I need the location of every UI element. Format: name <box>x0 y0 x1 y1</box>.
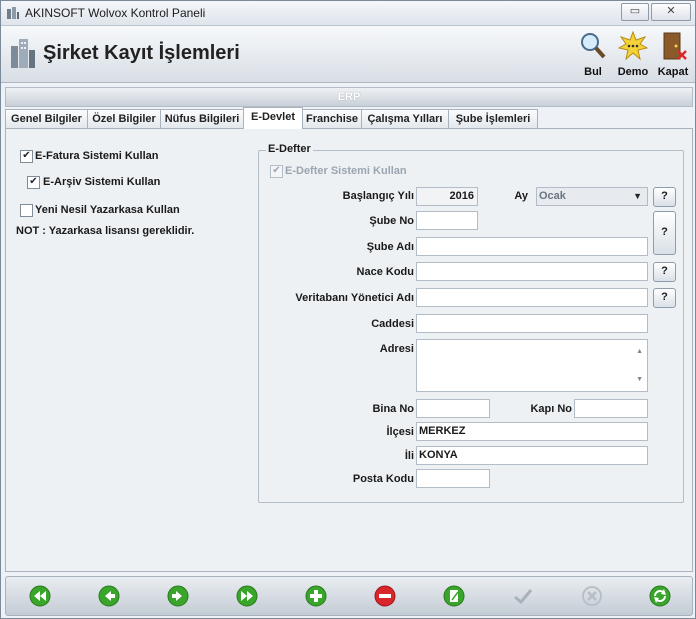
starburst-icon <box>618 31 648 61</box>
edefter-label: E-Defter Sistemi Kullan <box>285 165 407 177</box>
delete-record-button[interactable] <box>374 585 396 607</box>
find-button-label: Bul <box>584 66 602 78</box>
refresh-button[interactable] <box>649 585 671 607</box>
veritabani-label: Veritabanı Yönetici Adı <box>295 292 414 304</box>
ay-label: Ay <box>514 190 528 202</box>
cancel-record-button[interactable] <box>581 585 603 607</box>
previous-record-button[interactable] <box>98 585 120 607</box>
section-bar-erp: ERP <box>5 87 693 107</box>
efatura-checkbox[interactable]: ✔ <box>20 150 33 163</box>
kapi-no-label: Kapı No <box>530 403 572 415</box>
veritabani-field[interactable] <box>416 288 648 307</box>
tab-e-devlet[interactable]: E-Devlet <box>243 107 303 129</box>
form-header: Şirket Kayıt İşlemleri Bul Demo Kapat <box>1 26 695 83</box>
next-record-button[interactable] <box>167 585 189 607</box>
e-devlet-panel: ✔ E-Fatura Sistemi Kullan ✔ E-Arşiv Sist… <box>5 128 693 572</box>
ili-field[interactable]: KONYA <box>416 446 648 465</box>
adresi-textarea[interactable]: ▲ ▼ <box>416 339 648 392</box>
earsiv-checkbox[interactable]: ✔ <box>27 176 40 189</box>
magnifier-icon <box>581 33 606 59</box>
yazarkasa-note: NOT : Yazarkasa lisansı gereklidir. <box>16 225 195 237</box>
minimize-icon: ▭ <box>629 5 641 17</box>
kapi-no-field[interactable] <box>574 399 648 418</box>
nace-kodu-field[interactable] <box>416 262 648 281</box>
add-record-button[interactable] <box>305 585 327 607</box>
edefter-checkbox[interactable]: ✔ <box>270 165 283 178</box>
caddesi-label: Caddesi <box>371 318 414 330</box>
exit-button[interactable]: Kapat <box>653 28 693 80</box>
sube-adi-field[interactable] <box>416 237 648 256</box>
tab-sube-islemleri[interactable]: Şube İşlemleri <box>448 109 538 128</box>
door-exit-icon <box>663 32 687 60</box>
ilcesi-label: İlçesi <box>386 426 414 438</box>
ay-value: Ocak <box>539 190 566 202</box>
efatura-label: E-Fatura Sistemi Kullan <box>35 150 159 162</box>
ili-label: İli <box>404 450 414 462</box>
sube-no-label: Şube No <box>369 215 414 227</box>
record-navigation-bar <box>5 576 693 616</box>
tab-franchise[interactable]: Franchise <box>302 109 362 128</box>
ay-dropdown[interactable]: Ocak ▼ <box>536 187 648 206</box>
window-title: AKINSOFT Wolvox Kontrol Paneli <box>25 6 206 20</box>
veritabani-help-button[interactable]: ? <box>653 288 676 308</box>
sube-no-field[interactable] <box>416 211 478 230</box>
sube-adi-label: Şube Adı <box>366 241 414 253</box>
baslangic-yili-label: Başlangıç Yılı <box>342 190 414 202</box>
posta-kodu-field[interactable] <box>416 469 490 488</box>
close-icon: ✕ <box>666 5 676 17</box>
caddesi-field[interactable] <box>416 314 648 333</box>
nace-kodu-label: Nace Kodu <box>356 266 414 278</box>
edit-record-button[interactable] <box>443 585 465 607</box>
nace-help-button[interactable]: ? <box>653 262 676 282</box>
buildings-icon <box>11 39 35 68</box>
bina-no-field[interactable] <box>416 399 490 418</box>
ilcesi-field[interactable]: MERKEZ <box>416 422 648 441</box>
scroll-up-icon[interactable]: ▲ <box>636 343 643 360</box>
ay-help-button[interactable]: ? <box>653 187 676 207</box>
chevron-down-icon: ▼ <box>633 191 642 201</box>
title-bar: AKINSOFT Wolvox Kontrol Paneli ▭ ✕ <box>1 1 695 26</box>
tab-genel-bilgiler[interactable]: Genel Bilgiler <box>5 109 88 128</box>
demo-button-label: Demo <box>617 66 649 78</box>
tab-nufus-bilgileri[interactable]: Nüfus Bilgileri <box>160 109 244 128</box>
minimize-button[interactable]: ▭ <box>621 3 649 21</box>
app-window: AKINSOFT Wolvox Kontrol Paneli ▭ ✕ Şirke… <box>0 0 696 619</box>
earsiv-label: E-Arşiv Sistemi Kullan <box>43 176 161 188</box>
save-record-button[interactable] <box>512 585 534 607</box>
find-button[interactable]: Bul <box>573 28 613 80</box>
baslangic-yili-field[interactable]: 2016 <box>416 187 478 206</box>
first-record-button[interactable] <box>29 585 51 607</box>
tab-strip: Genel Bilgiler Özel Bilgiler Nüfus Bilgi… <box>5 107 691 129</box>
posta-kodu-label: Posta Kodu <box>352 473 414 485</box>
last-record-button[interactable] <box>236 585 258 607</box>
edefter-group-title: E-Defter <box>266 143 313 155</box>
scroll-down-icon[interactable]: ▼ <box>636 371 643 388</box>
close-button[interactable]: ✕ <box>651 3 691 21</box>
tab-calisma-yillari[interactable]: Çalışma Yılları <box>361 109 449 128</box>
demo-button[interactable]: Demo <box>613 28 653 80</box>
sube-help-button[interactable]: ? <box>653 211 676 255</box>
app-icon <box>7 7 19 19</box>
tab-ozel-bilgiler[interactable]: Özel Bilgiler <box>87 109 161 128</box>
yazarkasa-label: Yeni Nesil Yazarkasa Kullan <box>35 204 180 216</box>
page-title: Şirket Kayıt İşlemleri <box>43 42 240 64</box>
bina-no-label: Bina No <box>372 403 414 415</box>
adresi-label: Adresi <box>379 343 414 355</box>
exit-button-label: Kapat <box>657 66 689 78</box>
yazarkasa-checkbox[interactable] <box>20 204 33 217</box>
